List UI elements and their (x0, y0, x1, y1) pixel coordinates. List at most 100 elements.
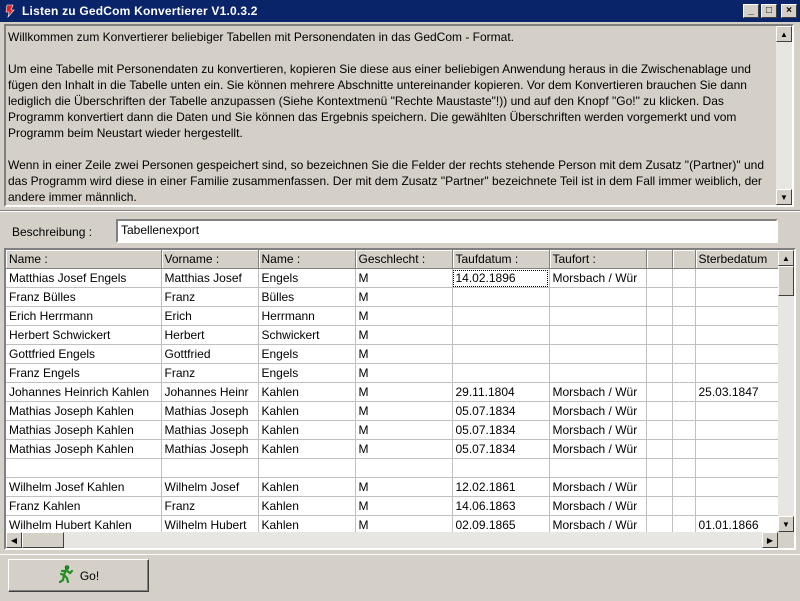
table-cell[interactable] (672, 325, 696, 345)
column-header[interactable] (646, 250, 673, 269)
table-cell[interactable] (452, 325, 550, 345)
table-cell[interactable]: Schwickert (258, 325, 356, 345)
table-cell[interactable] (672, 420, 696, 440)
table-cell[interactable] (646, 420, 673, 440)
description-memo[interactable]: Willkommen zum Konvertierer beliebiger T… (4, 24, 794, 207)
table-cell[interactable]: 14.02.1896 (452, 268, 550, 288)
table-cell[interactable] (646, 344, 673, 364)
table-row[interactable]: Franz Engels Franz Engels M (6, 363, 781, 383)
table-cell[interactable] (672, 458, 696, 478)
table-cell[interactable] (695, 306, 781, 326)
scroll-thumb[interactable] (776, 42, 792, 189)
table-cell[interactable] (452, 363, 550, 383)
table-row[interactable]: Gottfried Engels Gottfried Engels M (6, 344, 781, 364)
table-cell[interactable]: Franz Bülles (6, 287, 162, 307)
table-cell[interactable] (161, 458, 259, 478)
table-cell[interactable] (646, 401, 673, 421)
scroll-down-arrow-icon[interactable]: ▼ (776, 189, 792, 205)
column-header[interactable]: Taufdatum : (452, 250, 550, 269)
table-cell[interactable]: Kahlen (258, 439, 356, 459)
column-header[interactable]: Name : (258, 250, 356, 269)
table-cell[interactable] (695, 344, 781, 364)
table-cell[interactable] (646, 363, 673, 383)
table-cell[interactable]: Johannes Heinrich Kahlen (6, 382, 162, 402)
table-cell[interactable] (549, 344, 647, 364)
scroll-left-arrow-icon[interactable]: ◀ (6, 532, 22, 548)
table-cell[interactable]: Morsbach / Wür (549, 496, 647, 516)
maximize-button[interactable]: □ (761, 4, 777, 18)
table-row[interactable]: Mathias Joseph Kahlen Mathias Joseph Kahle… (6, 420, 781, 440)
go-button[interactable]: Go! (8, 559, 149, 592)
table-cell[interactable]: Wilhelm Josef (161, 477, 259, 497)
table-cell[interactable]: Morsbach / Wür (549, 268, 647, 288)
table-cell[interactable] (549, 363, 647, 383)
column-header[interactable]: Taufort : (549, 250, 647, 269)
table-cell[interactable] (672, 477, 696, 497)
table-cell[interactable]: M (355, 496, 453, 516)
table-cell[interactable] (549, 458, 647, 478)
table-cell[interactable]: Franz (161, 496, 259, 516)
table-cell[interactable] (6, 458, 162, 478)
table-cell[interactable]: M (355, 363, 453, 383)
column-header[interactable]: Sterbedatum (695, 250, 781, 269)
table-cell[interactable]: Morsbach / Wür (549, 439, 647, 459)
table-cell[interactable]: 05.07.1834 (452, 401, 550, 421)
table-row[interactable]: Erich Herrmann Erich Herrmann M (6, 306, 781, 326)
table-cell[interactable]: Gottfried (161, 344, 259, 364)
table-cell[interactable] (646, 306, 673, 326)
table-cell[interactable]: 14.06.1863 (452, 496, 550, 516)
table-row[interactable]: Wilhelm Josef Kahlen Wilhelm Josef Kahlen M… (6, 477, 781, 497)
table-cell[interactable]: 12.02.1861 (452, 477, 550, 497)
table-cell[interactable] (549, 287, 647, 307)
beschreibung-input[interactable]: Tabellenexport (116, 219, 778, 243)
scroll-thumb[interactable] (22, 532, 64, 548)
table-cell[interactable]: 05.07.1834 (452, 420, 550, 440)
scroll-up-arrow-icon[interactable]: ▲ (776, 26, 792, 42)
table-cell[interactable] (672, 496, 696, 516)
table-cell[interactable]: Mathias Joseph (161, 439, 259, 459)
table-cell[interactable]: Mathias Joseph Kahlen (6, 439, 162, 459)
table-cell[interactable] (695, 325, 781, 345)
table-cell[interactable] (695, 420, 781, 440)
table-cell[interactable]: Mathias Joseph Kahlen (6, 420, 162, 440)
table-cell[interactable]: Franz (161, 287, 259, 307)
table-cell[interactable] (672, 382, 696, 402)
table-cell[interactable] (258, 458, 356, 478)
table-cell[interactable]: 25.03.1847 (695, 382, 781, 402)
table-cell[interactable]: Kahlen (258, 382, 356, 402)
close-button[interactable]: × (781, 4, 797, 18)
table-row[interactable]: Herbert Schwickert Herbert Schwickert M (6, 325, 781, 345)
table-cell[interactable] (452, 458, 550, 478)
table-cell[interactable] (646, 325, 673, 345)
table-cell[interactable] (452, 344, 550, 364)
table-cell[interactable]: Kahlen (258, 477, 356, 497)
table-cell[interactable]: M (355, 420, 453, 440)
table-row[interactable]: Mathias Joseph Kahlen Mathias Joseph Kahle… (6, 401, 781, 421)
table-cell[interactable]: Erich Herrmann (6, 306, 162, 326)
minimize-button[interactable]: _ (743, 4, 759, 18)
table-cell[interactable]: Wilhelm Josef Kahlen (6, 477, 162, 497)
table-cell[interactable]: M (355, 268, 453, 288)
table-cell[interactable] (672, 287, 696, 307)
table-cell[interactable] (549, 306, 647, 326)
table-cell[interactable]: Morsbach / Wür (549, 382, 647, 402)
table-cell[interactable]: M (355, 344, 453, 364)
table-cell[interactable] (646, 268, 673, 288)
table-cell[interactable] (672, 439, 696, 459)
table-cell[interactable]: Engels (258, 344, 356, 364)
table-cell[interactable] (646, 496, 673, 516)
table-cell[interactable]: Franz (161, 363, 259, 383)
table-cell[interactable]: Morsbach / Wür (549, 420, 647, 440)
table-cell[interactable]: Engels (258, 268, 356, 288)
table-row[interactable]: Matthias Josef Engels Matthias Josef Engel… (6, 268, 781, 288)
table-cell[interactable] (646, 439, 673, 459)
table-cell[interactable] (355, 458, 453, 478)
column-header[interactable] (672, 250, 696, 269)
column-header[interactable]: Vorname : (161, 250, 259, 269)
table-cell[interactable]: Franz Kahlen (6, 496, 162, 516)
table-cell[interactable]: Matthias Josef Engels (6, 268, 162, 288)
table-cell[interactable] (646, 382, 673, 402)
table-cell[interactable] (695, 363, 781, 383)
table-cell[interactable] (695, 496, 781, 516)
column-header[interactable]: Name : (6, 250, 162, 269)
